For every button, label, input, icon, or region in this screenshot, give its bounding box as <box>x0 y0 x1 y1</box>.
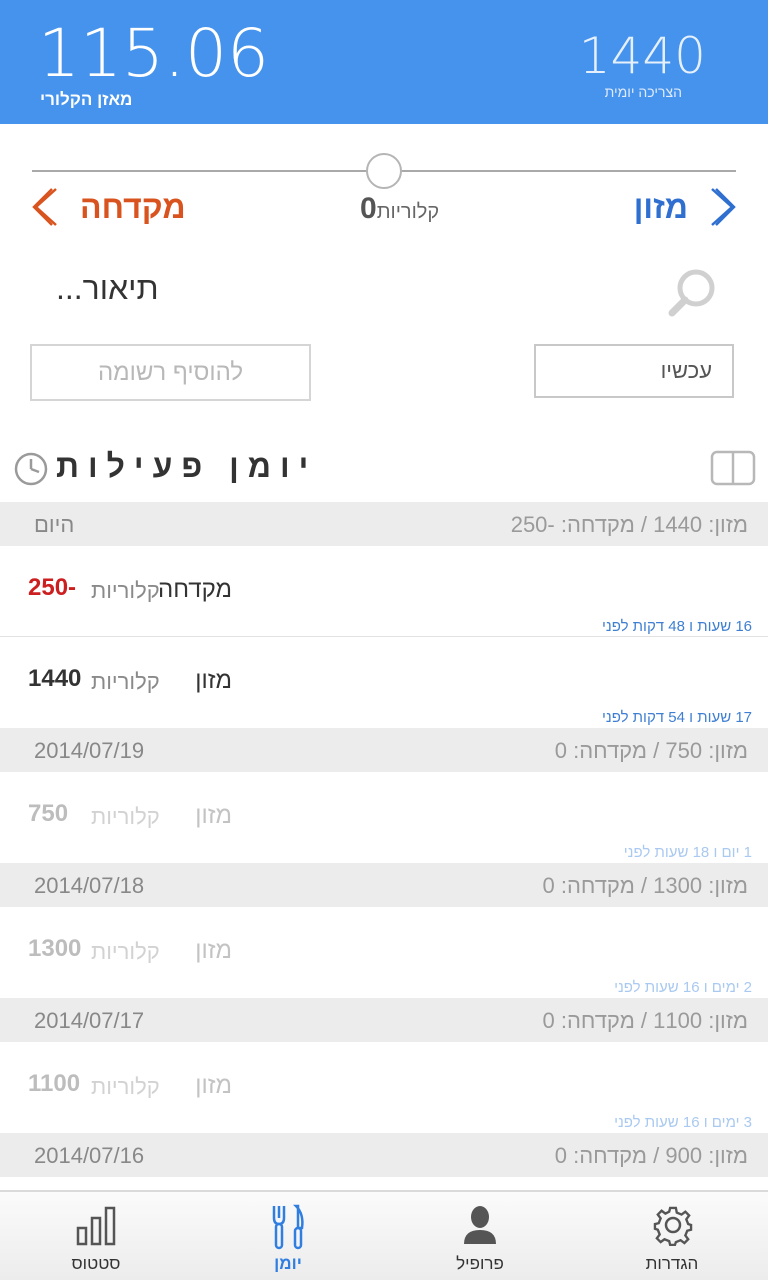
tab-settings-label: הגדרות <box>645 1254 699 1273</box>
bottom-tab-bar: סטטוס יומן פרופיל הגדרות <box>0 1190 768 1280</box>
entry-type: מזון <box>195 1072 232 1099</box>
day-summary: מזון: 1440 / מקדחה: -250 <box>510 512 748 537</box>
person-icon <box>464 1206 496 1244</box>
fork-knife-icon <box>272 1204 304 1250</box>
entry-calories-word: קלוריות <box>91 1074 160 1099</box>
entry-calories-value: 1300 <box>28 935 82 962</box>
day-summary: מזון: 1300 / מקדחה: 0 <box>542 873 749 898</box>
day-date: 2014/07/19 <box>34 738 145 763</box>
tab-profile[interactable]: פרופיל <box>384 1192 576 1280</box>
app-screen: 115.06 מאזן הקלורי 1440 הצריכה יומית מקד… <box>0 0 768 1280</box>
tab-status-label: סטטוס <box>71 1254 121 1273</box>
tab-status[interactable]: סטטוס <box>0 1192 192 1280</box>
selected-calories-word: קלוריות <box>376 201 440 223</box>
day-date: 2014/07/18 <box>34 873 145 898</box>
entry-calories-value: 1100 <box>28 1070 81 1097</box>
log-entry[interactable]: מזון קלוריות 1300 2 ימים ו 16 שעות לפני <box>0 907 768 998</box>
entry-time-ago: 17 שעות ו 54 דקות לפני <box>601 709 752 726</box>
book-icon[interactable] <box>710 450 756 486</box>
entry-calories-word: קלוריות <box>91 804 160 829</box>
bar-chart-icon <box>76 1206 116 1246</box>
log-entry[interactable]: מזון קלוריות 750 1 יום ו 18 שעות לפני <box>0 772 768 863</box>
add-note-button[interactable]: להוסיף רשומה <box>30 344 311 401</box>
entry-type: מזון <box>195 667 232 694</box>
tab-settings[interactable]: הגדרות <box>576 1192 768 1280</box>
selected-calories-value: 0 <box>360 192 377 225</box>
entry-time-ago: 2 ימים ו 16 שעות לפני <box>614 979 752 996</box>
chevron-left-icon <box>32 188 57 226</box>
day-date: 2014/07/16 <box>34 1143 145 1168</box>
day-header: מזון: 750 / מקדחה: 0 2014/07/19 <box>0 728 768 772</box>
description-input[interactable]: תיאור... <box>56 270 159 307</box>
entry-calories-word: קלוריות <box>91 578 160 603</box>
food-nav-button[interactable]: מזון <box>634 182 738 232</box>
tab-profile-label: פרופיל <box>456 1254 504 1273</box>
calorie-balance-value: 115.06 <box>38 15 269 92</box>
day-date: היום <box>34 512 75 537</box>
day-header: מזון: 1440 / מקדחה: -250 היום <box>0 502 768 546</box>
tab-journal[interactable]: יומן <box>192 1192 384 1280</box>
gear-icon <box>653 1206 693 1246</box>
clock-icon[interactable] <box>14 452 48 486</box>
log-entry[interactable]: מזון קלוריות 1100 3 ימים ו 16 שעות לפני <box>0 1042 768 1133</box>
daily-requirement-label: הצריכה יומית <box>604 84 682 100</box>
entry-calories-word: קלוריות <box>91 669 160 694</box>
food-nav-label: מזון <box>633 188 688 225</box>
day-summary: מזון: 900 / מקדחה: 0 <box>554 1143 748 1168</box>
day-summary: מזון: 750 / מקדחה: 0 <box>554 738 748 763</box>
daily-requirement-value: 1440 <box>578 27 706 85</box>
day-date: 2014/07/17 <box>34 1008 145 1033</box>
time-field[interactable]: עכשיו <box>534 344 734 398</box>
calorie-slider-knob[interactable] <box>366 153 402 189</box>
entry-type: מזון <box>195 802 232 829</box>
search-icon[interactable] <box>666 266 720 320</box>
entry-type: מזון <box>195 937 232 964</box>
balance-header: 115.06 מאזן הקלורי 1440 הצריכה יומית <box>0 0 768 124</box>
day-header: מזון: 1300 / מקדחה: 0 2014/07/18 <box>0 863 768 907</box>
day-header: מזון: 900 / מקדחה: 0 2014/07/16 <box>0 1133 768 1177</box>
entry-calories-value: 750 <box>28 800 69 827</box>
entry-time-ago: 3 ימים ו 16 שעות לפני <box>614 1114 752 1131</box>
day-summary: מזון: 1100 / מקדחה: 0 <box>542 1008 749 1033</box>
entry-calories-word: קלוריות <box>91 939 160 964</box>
entry-time-ago: 1 יום ו 18 שעות לפני <box>623 844 752 861</box>
calorie-balance-label: מאזן הקלורי <box>40 90 133 109</box>
activity-log-list: מזון: 1440 / מקדחה: -250 היום מקדחה קלור… <box>0 502 768 1177</box>
log-entry[interactable]: מזון קלוריות 1440 17 שעות ו 54 דקות לפני <box>0 637 768 728</box>
tab-journal-label: יומן <box>274 1254 302 1273</box>
chevron-right-icon <box>711 188 736 226</box>
activity-log-title: יומן פעילות <box>56 448 318 484</box>
entry-type: מקדחה <box>157 576 232 603</box>
entry-calories-value: 250- <box>28 574 77 601</box>
entry-time-ago: 16 שעות ו 48 דקות לפני <box>601 618 752 635</box>
entry-calories-value: 1440 <box>28 665 82 692</box>
log-entry[interactable]: מקדחה קלוריות 250- 16 שעות ו 48 דקות לפנ… <box>0 546 768 637</box>
exercise-nav-button[interactable]: מקדחה <box>30 182 186 232</box>
day-header: מזון: 1100 / מקדחה: 0 2014/07/17 <box>0 998 768 1042</box>
exercise-nav-label: מקדחה <box>80 188 186 225</box>
selected-calories: קלוריות0 <box>360 192 490 232</box>
